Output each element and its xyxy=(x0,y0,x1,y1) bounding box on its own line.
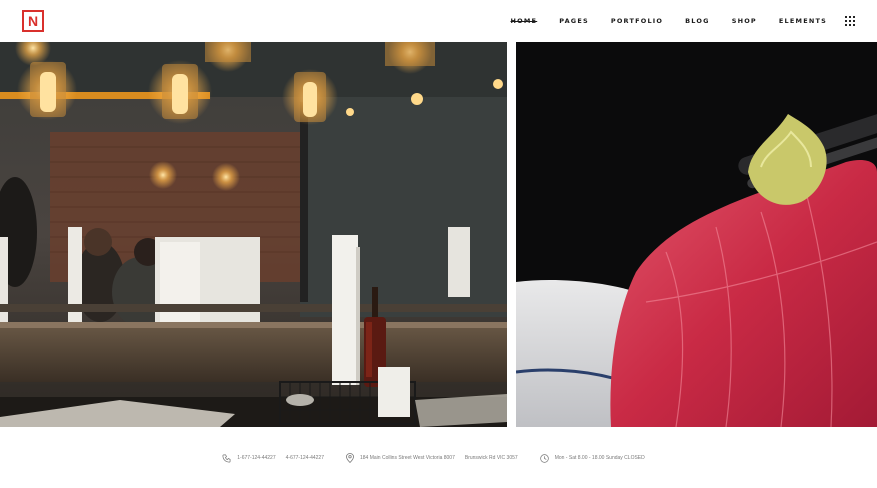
nav-pages[interactable]: PAGES xyxy=(559,17,589,25)
hours-group: Mon - Sat 8.00 - 18.00 Sunday CLOSED xyxy=(539,453,655,463)
site-logo[interactable]: N xyxy=(22,10,44,32)
phone-number-1[interactable]: 1-677-124-44227 xyxy=(237,455,275,461)
grid-menu-icon[interactable] xyxy=(845,16,855,26)
tuna-wasabi-image xyxy=(516,42,877,427)
nav-home[interactable]: HOME xyxy=(511,17,538,25)
nav-shop[interactable]: SHOP xyxy=(732,17,757,25)
nav-portfolio[interactable]: PORTFOLIO xyxy=(611,17,663,25)
nav-blog[interactable]: BLOG xyxy=(685,17,710,25)
logo-letter: N xyxy=(27,13,39,29)
nav-elements[interactable]: ELEMENTS xyxy=(779,17,827,25)
main-nav: HOME PAGES PORTFOLIO BLOG SHOP ELEMENTS xyxy=(489,0,827,42)
contact-info-bar: 1-677-124-44227 4-677-124-44227 184 Main… xyxy=(0,448,877,468)
location-pin-icon xyxy=(346,453,354,463)
phone-number-2[interactable]: 4-677-124-44227 xyxy=(286,455,324,461)
site-header: N HOME PAGES PORTFOLIO BLOG SHOP ELEMENT… xyxy=(0,0,877,42)
phone-icon xyxy=(222,454,231,462)
clock-icon xyxy=(539,453,549,463)
phone-group: 1-677-124-44227 4-677-124-44227 xyxy=(222,454,334,463)
address-line-1: 184 Main Collins Street West Victoria 80… xyxy=(360,455,455,461)
address-line-2: Brunswick Rd VIC 3057 xyxy=(464,455,518,461)
opening-hours: Mon - Sat 8.00 - 18.00 Sunday CLOSED xyxy=(554,455,645,461)
address-group: 184 Main Collins Street West Victoria 80… xyxy=(346,453,528,463)
restaurant-interior-image xyxy=(0,42,507,427)
